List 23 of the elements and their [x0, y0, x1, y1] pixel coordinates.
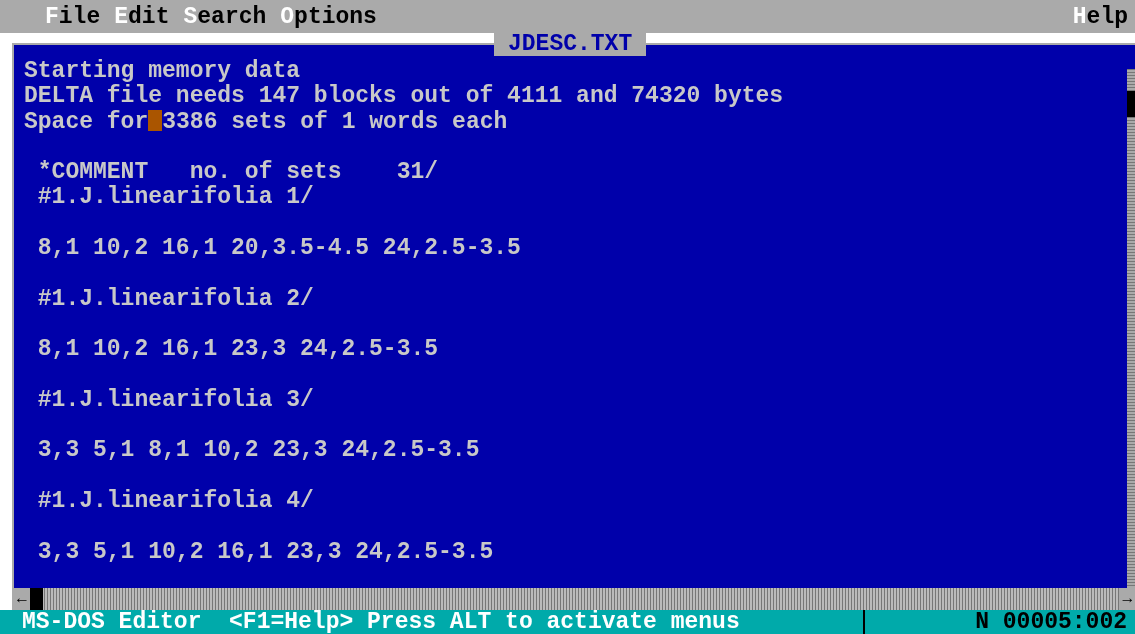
menu-item[interactable]: Help [1065, 2, 1135, 31]
status-message: MS-DOS Editor <F1=Help> Press ALT to activate menus [22, 609, 741, 634]
window-title: JDESC.TXT [494, 32, 647, 56]
text-line: #1.J.linearifolia 1/ [36, 185, 314, 211]
menu-item[interactable]: File [38, 2, 108, 31]
text-line: Starting memory data [24, 59, 301, 84]
menu-item[interactable]: Options [273, 2, 384, 31]
horizontal-scrollbar[interactable] [29, 588, 1120, 610]
text-line: 8,1 10,2 16,1 23,3 24,2.5-3.5 [36, 337, 439, 363]
text-line: DELTA file needs 147 blocks out of 4111 and 74320 bytes [24, 84, 784, 110]
text-line: #1.J.linearifolia 2/ [36, 286, 314, 312]
text-line: 3,3 5,1 10,2 16,1 23,3 24,2.5-3.5 [36, 539, 494, 565]
text-line: #1.J.linearifolia 3/ [36, 387, 314, 414]
text-line: Space for 3386 sets of 1 words each [24, 109, 508, 135]
menu-item[interactable]: Edit [107, 2, 177, 31]
text-line: 8,1 10,2 16,1 20,3.5-4.5 24,2.5-3.5 [36, 236, 521, 262]
text-line: #1.J.linearifolia 4/ [36, 489, 314, 515]
cursor-position: N 00005:002 [974, 609, 1128, 634]
text-cursor [148, 109, 163, 131]
text-line: *COMMENT no. of sets 31/ [36, 160, 439, 186]
text-line: 3,3 5,1 8,1 10,2 23,3 24,2.5-3.5 [36, 438, 480, 464]
vertical-scrollbar[interactable] [1127, 69, 1135, 588]
menu-item[interactable]: Search [176, 2, 274, 31]
